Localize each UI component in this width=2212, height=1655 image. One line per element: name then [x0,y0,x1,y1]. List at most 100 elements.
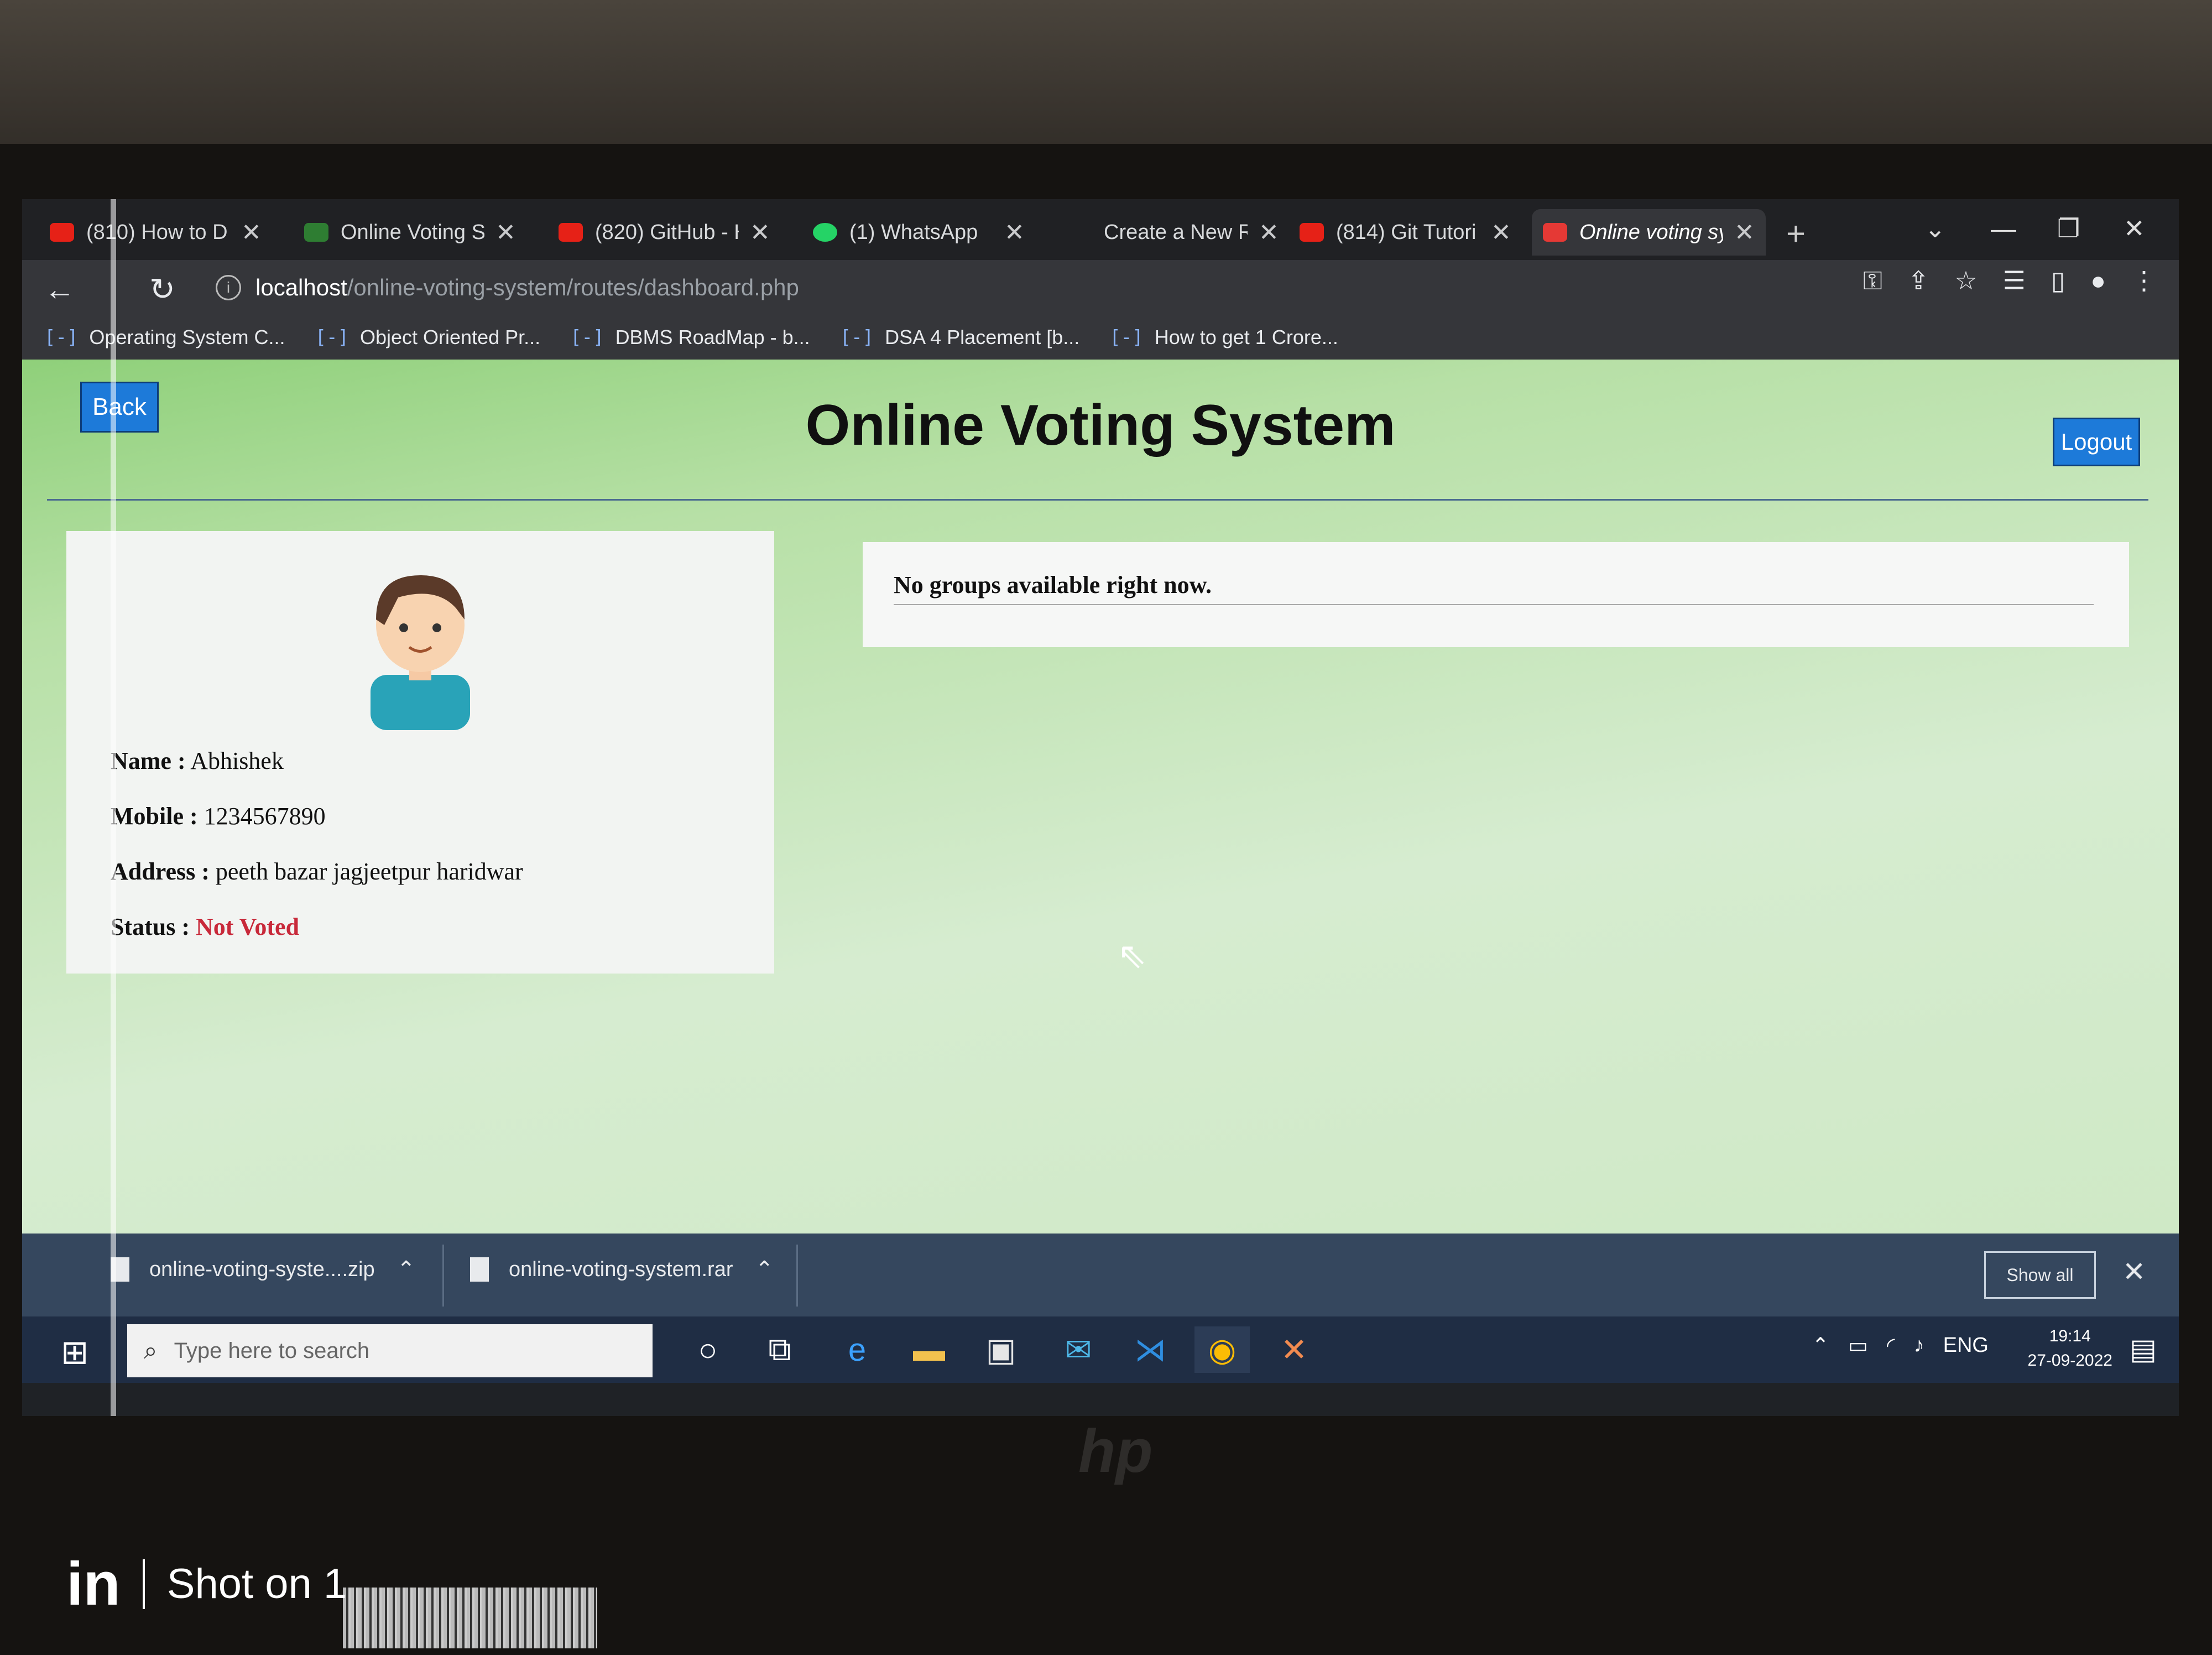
mobile-label: Mobile : [111,803,198,830]
bookmark-item[interactable]: [-] How to get 1 Crore... [1109,326,1338,349]
groups-panel: No groups available right now. [863,542,2129,647]
back-arrow-icon[interactable]: ← [44,271,75,307]
youtube-favicon-icon [1300,223,1324,242]
close-tab-icon[interactable]: ✕ [1004,218,1025,247]
address-label: Address : [111,858,210,885]
status-label: Status : [111,913,190,940]
mail-icon[interactable]: ✉ [1051,1326,1106,1373]
tab-title: (820) GitHub - H [595,220,739,244]
windows-start-icon[interactable]: ⊞ [61,1333,88,1372]
bookmark-icon: [-] [1109,326,1144,348]
show-all-button[interactable]: Show all [1984,1251,2096,1299]
youtube-favicon-icon [559,223,583,242]
browser-tab-strip: (810) How to D ✕ Online Voting S ✕ (820)… [22,199,2179,260]
taskbar-clock[interactable]: 19:14 27-09-2022 [2028,1324,2112,1373]
address-bar[interactable]: i localhost /online-voting-system/routes… [216,268,1764,308]
download-filename: online-voting-system.rar [509,1257,733,1281]
close-tab-icon[interactable]: ✕ [495,218,516,247]
logout-button[interactable]: Logout [2053,418,2140,466]
mobile-value: 1234567890 [204,803,326,830]
bookmark-label: How to get 1 Crore... [1154,326,1338,348]
browser-tab-active[interactable]: Online voting sy ✕ [1532,209,1766,256]
bookmark-item[interactable]: [-] Object Oriented Pr... [315,326,541,349]
kebab-menu-icon[interactable]: ⋮ [2131,266,2157,296]
groups-divider [894,604,2094,605]
search-placeholder: Type here to search [174,1338,370,1363]
profile-avatar-icon[interactable]: ● [2090,266,2106,296]
tab-title: (1) WhatsApp [849,220,978,244]
bookmark-icon: [-] [44,326,79,348]
address-value: peeth bazar jagjeetpur haridwar [215,858,523,885]
sidebar-icon[interactable]: ▯ [2051,266,2065,296]
browser-tab[interactable]: (820) GitHub - H ✕ [559,209,770,256]
close-downloads-icon[interactable]: ✕ [2122,1256,2146,1288]
wifi-icon[interactable]: ◜ [1887,1333,1895,1358]
file-explorer-icon[interactable]: ▬ [901,1326,957,1373]
reload-icon[interactable]: ↻ [149,271,175,308]
youtube-favicon-icon [50,223,74,242]
download-item[interactable]: online-voting-system.rar ⌃ [470,1257,774,1282]
window-close-icon[interactable]: ✕ [2124,214,2145,243]
cortana-icon[interactable]: ○ [680,1326,735,1373]
tab-title: Online voting sy [1579,220,1723,244]
bookmark-label: DBMS RoadMap - b... [615,326,810,348]
browser-tab[interactable]: Create a New R ✕ [1067,209,1279,256]
download-filename: online-voting-syste....zip [149,1257,375,1281]
new-tab-icon[interactable]: + [1786,215,1806,253]
key-icon[interactable]: ⚿ [1863,266,1882,296]
chevron-up-icon[interactable]: ⌃ [1812,1333,1829,1358]
bookmarks-bar: [-] Operating System C... [-] Object Orien… [22,315,2179,360]
bookmark-item[interactable]: [-] DBMS RoadMap - b... [570,326,810,349]
laptop-screen: (810) How to D ✕ Online Voting S ✕ (820)… [22,199,2179,1416]
share-icon[interactable]: ⇪ [1908,266,1929,296]
download-item[interactable]: online-voting-syste....zip ⌃ [111,1257,415,1282]
downloads-bar: online-voting-syste....zip ⌃ online-voti… [22,1234,2179,1316]
bookmark-icon: [-] [839,326,874,348]
chevron-up-icon[interactable]: ⌃ [397,1257,416,1282]
clock-date: 27-09-2022 [2027,1351,2112,1370]
close-tab-icon[interactable]: ✕ [241,218,262,247]
bookmark-label: Operating System C... [89,326,285,348]
whatsapp-favicon-icon [813,223,837,242]
xampp-icon[interactable]: ✕ [1266,1326,1322,1373]
battery-icon[interactable]: ▭ [1848,1333,1868,1358]
clock-time: 19:14 [2049,1327,2091,1345]
bookmark-item[interactable]: [-] DSA 4 Placement [b... [840,326,1080,349]
star-icon[interactable]: ☆ [1954,266,1977,296]
close-tab-icon[interactable]: ✕ [1491,218,1511,247]
store-icon[interactable]: ▣ [973,1326,1029,1373]
toolbar-actions: ⚿ ⇪ ☆ ☰ ▯ ● ⋮ [1863,266,2157,296]
volume-icon[interactable]: ♪ [1914,1334,1924,1357]
task-view-icon[interactable]: ⧉ [752,1326,807,1373]
vscode-icon[interactable]: ⋊ [1123,1326,1178,1373]
watermark-text: Shot on 1 [166,1560,347,1607]
windows-taskbar: ⊞ ⌕ Type here to search ○ ⧉ e ▬ ▣ ✉ ⋊ ◉ … [22,1316,2179,1383]
browser-tab[interactable]: (810) How to D ✕ [50,209,262,256]
browser-tab[interactable]: Online Voting S ✕ [304,209,516,256]
edge-browser-icon[interactable]: e [830,1326,885,1373]
close-tab-icon[interactable]: ✕ [1259,218,1279,247]
close-tab-icon[interactable]: ✕ [750,218,770,247]
taskbar-search-box[interactable]: ⌕ Type here to search [127,1324,653,1377]
minimize-icon[interactable]: — [1991,214,2016,243]
bookmark-item[interactable]: [-] Operating System C... [44,326,285,349]
url-path: /online-voting-system/routes/dashboard.p… [347,274,799,300]
profile-name-row: Name : Abhishek [111,747,284,775]
notification-center-icon[interactable]: ▤ [2130,1333,2157,1366]
browser-tab[interactable]: (1) WhatsApp ✕ [813,209,1025,256]
media-icon[interactable]: ☰ [2003,266,2026,296]
restore-icon[interactable]: ❐ [2057,214,2080,243]
watermark-separator [142,1559,145,1609]
bookmark-label: Object Oriented Pr... [359,326,541,348]
search-icon: ⌕ [144,1337,158,1364]
info-icon[interactable]: i [216,275,241,300]
close-tab-icon[interactable]: ✕ [1734,218,1755,247]
file-icon [470,1257,489,1282]
chrome-icon[interactable]: ◉ [1194,1326,1250,1373]
browser-tab[interactable]: (814) Git Tutori ✕ [1300,209,1511,256]
tab-search-icon[interactable]: ⌄ [1924,214,1946,243]
chevron-up-icon[interactable]: ⌃ [755,1257,774,1282]
language-indicator[interactable]: ENG [1943,1334,1989,1357]
bookmark-label: DSA 4 Placement [b... [885,326,1080,348]
no-groups-message: No groups available right now. [894,571,1212,598]
